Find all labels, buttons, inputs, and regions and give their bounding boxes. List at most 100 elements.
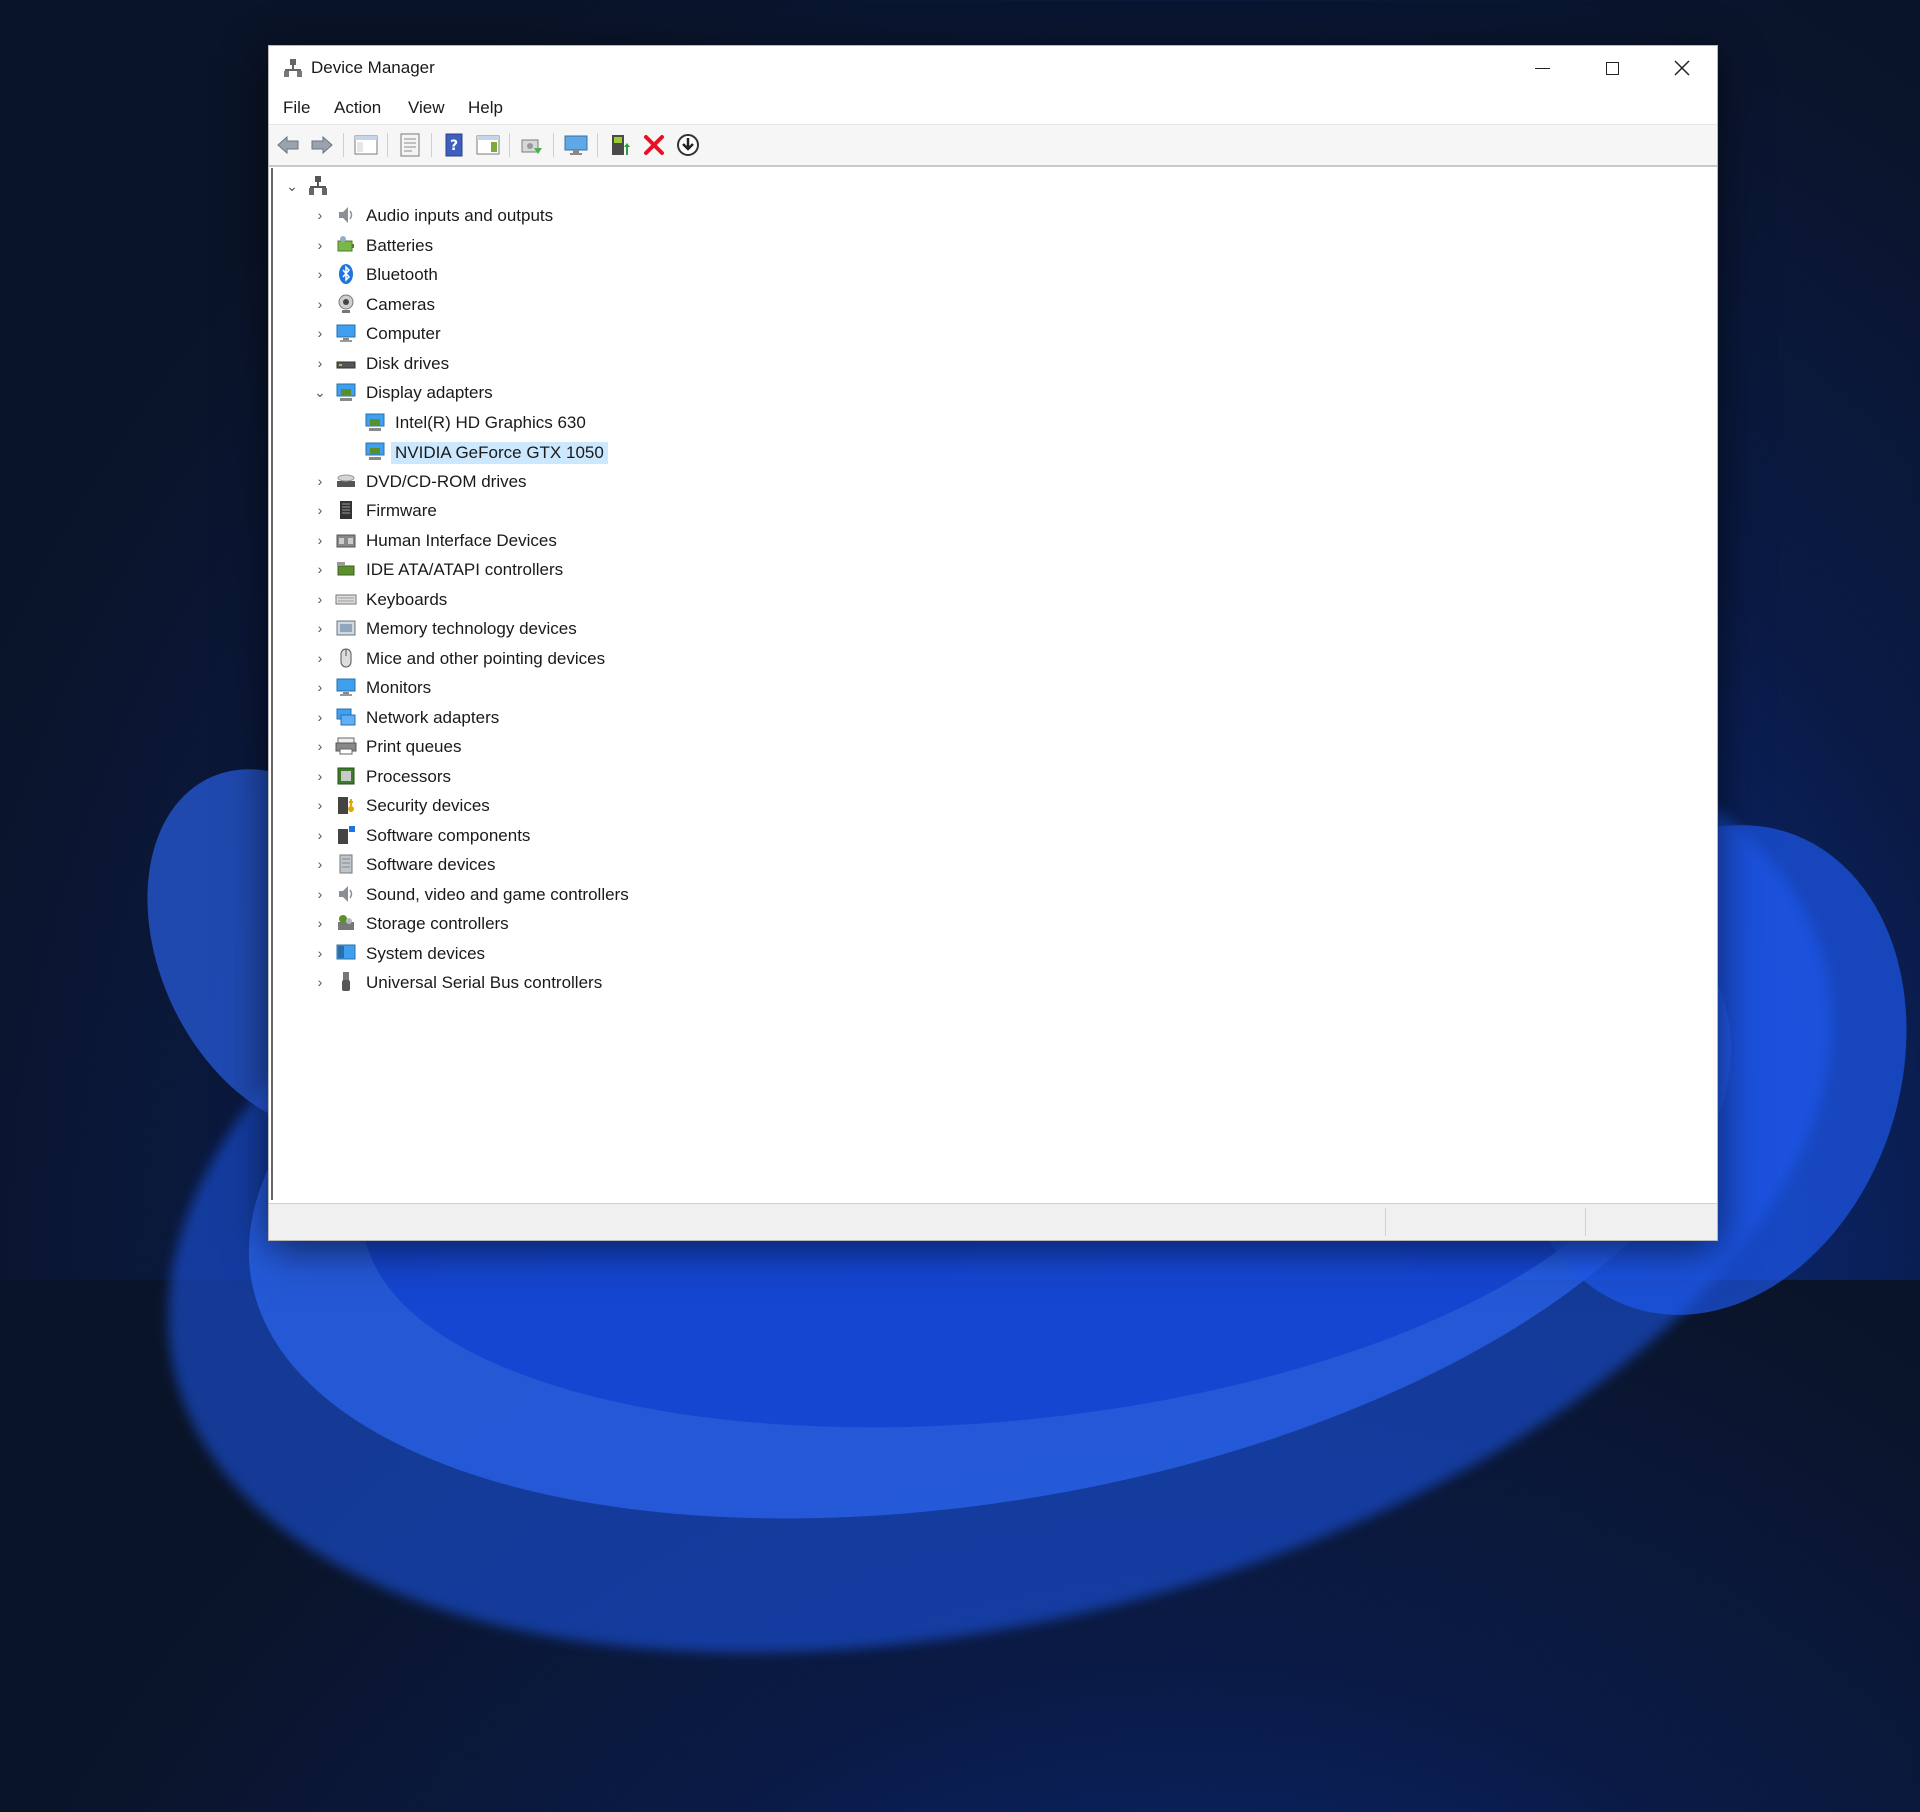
tree-item-ide-ata-atapi-controllers[interactable]: › IDE ATA/ATAPI controllers	[273, 556, 973, 582]
tree-item-bluetooth[interactable]: › Bluetooth	[273, 261, 973, 287]
disk-drive-icon	[336, 361, 356, 368]
keyboard-icon	[335, 594, 357, 604]
forward-button[interactable]	[309, 132, 335, 158]
tree-item-sound-video-and-game-controllers[interactable]: › Sound, video and game controllers	[273, 881, 973, 907]
tree-item-label: Firmware	[366, 501, 437, 520]
tree-item-label: Network adapters	[366, 707, 500, 727]
update-driver-button[interactable]	[607, 132, 633, 158]
tree-item-batteries[interactable]: › Batteries	[273, 232, 973, 258]
tree-item-universal-serial-bus-controllers[interactable]: › Universal Serial Bus controllers	[273, 969, 973, 995]
toolbar-separator	[387, 133, 388, 157]
chevron-right-icon[interactable]: ›	[313, 768, 327, 784]
tree-item-dvd-cd-rom-drives[interactable]: › DVD/CD-ROM drives	[273, 468, 973, 494]
chevron-right-icon[interactable]: ›	[313, 797, 327, 813]
tree-item-print-queues[interactable]: › Print queues	[273, 733, 973, 759]
tree-item-cameras[interactable]: › Cameras	[273, 291, 973, 317]
chevron-right-icon[interactable]: ›	[313, 827, 327, 843]
chevron-right-icon[interactable]: ›	[313, 856, 327, 872]
tree-item-label: Memory technology devices	[366, 619, 577, 638]
tree-item-label: Processors	[366, 766, 452, 786]
chevron-right-icon[interactable]: ›	[313, 355, 327, 371]
menu-action[interactable]: Action	[334, 98, 381, 118]
chevron-right-icon[interactable]: ›	[313, 620, 327, 636]
chevron-right-icon[interactable]: ›	[313, 915, 327, 931]
chevron-right-icon[interactable]: ›	[313, 561, 327, 577]
tree-item-software-components[interactable]: › Software components	[273, 822, 973, 848]
uninstall-device-button[interactable]	[641, 132, 667, 158]
chevron-right-icon[interactable]: ›	[313, 237, 327, 253]
chevron-right-icon[interactable]: ›	[313, 679, 327, 695]
tree-item-keyboards[interactable]: › Keyboards	[273, 586, 973, 612]
tree-item-label: Disk drives	[366, 353, 450, 373]
tree-item-system-devices[interactable]: › System devices	[273, 940, 973, 966]
back-arrow-icon	[277, 135, 299, 155]
chevron-right-icon[interactable]: ›	[313, 650, 327, 666]
properties-button[interactable]	[397, 132, 423, 158]
tree-item-storage-controllers[interactable]: › Storage controllers	[273, 910, 973, 936]
show-hide-console-tree-button[interactable]	[353, 132, 379, 158]
tree-item-monitors[interactable]: › Monitors	[273, 674, 973, 700]
chevron-down-icon[interactable]: ⌄	[313, 384, 327, 400]
tree-item-mice-and-other-pointing-devices[interactable]: › Mice and other pointing devices	[273, 645, 973, 671]
menu-help[interactable]: Help	[468, 98, 503, 118]
forward-arrow-icon	[311, 135, 333, 155]
tree-item-label: Print queues	[366, 737, 462, 756]
tree-item-label: Security devices	[366, 796, 490, 815]
security-device-icon	[338, 797, 354, 814]
minimize-button[interactable]	[1507, 46, 1577, 90]
display-monitor-button[interactable]	[563, 132, 589, 158]
back-button[interactable]	[275, 132, 301, 158]
tree-item-nvidia-geforce-gtx-1050[interactable]: NVIDIA GeForce GTX 1050	[273, 438, 973, 464]
chevron-right-icon[interactable]: ›	[313, 532, 327, 548]
monitor-icon	[564, 135, 588, 155]
chevron-right-icon[interactable]: ›	[313, 296, 327, 312]
console-tree-icon	[354, 135, 378, 155]
tree-item-display-adapters[interactable]: ⌄ Display adapters	[273, 379, 973, 405]
menu-file[interactable]: File	[283, 98, 310, 118]
chevron-right-icon[interactable]: ›	[313, 502, 327, 518]
close-button[interactable]	[1647, 46, 1717, 90]
processor-icon	[337, 767, 355, 784]
tree-item-label: Computer	[366, 324, 441, 343]
action-pane-icon	[476, 135, 500, 155]
computer-icon	[336, 324, 356, 342]
tree-item-human-interface-devices[interactable]: › Human Interface Devices	[273, 527, 973, 553]
chevron-right-icon[interactable]: ›	[313, 473, 327, 489]
chevron-down-icon[interactable]: ⌄	[285, 178, 299, 194]
chevron-right-icon[interactable]: ›	[313, 974, 327, 990]
chevron-right-icon[interactable]: ›	[313, 266, 327, 282]
action-pane-button[interactable]	[475, 132, 501, 158]
tree-item-label: Display adapters	[366, 383, 493, 402]
tree-item-disk-drives[interactable]: › Disk drives	[273, 350, 973, 376]
chevron-right-icon[interactable]: ›	[313, 207, 327, 223]
chevron-right-icon[interactable]: ›	[313, 945, 327, 961]
tree-item-network-adapters[interactable]: › Network adapters	[273, 704, 973, 730]
tree-item-label: Software devices	[366, 855, 496, 874]
tree-item-security-devices[interactable]: › Security devices	[273, 792, 973, 818]
chevron-right-icon[interactable]: ›	[313, 709, 327, 725]
tree-item-memory-technology-devices[interactable]: › Memory technology devices	[273, 615, 973, 641]
tree-item-audio-inputs-and-outputs[interactable]: › Audio inputs and outputs	[273, 202, 973, 228]
chevron-right-icon[interactable]: ›	[313, 325, 327, 341]
battery-icon	[337, 235, 354, 251]
maximize-button[interactable]	[1577, 46, 1647, 90]
help-button[interactable]: ?	[441, 132, 467, 158]
chevron-right-icon[interactable]: ›	[313, 886, 327, 902]
tree-item-processors[interactable]: › Processors	[273, 763, 973, 789]
menu-view[interactable]: View	[408, 98, 445, 118]
status-bar	[269, 1203, 1717, 1240]
svg-text:?: ?	[450, 138, 458, 154]
dvd-drive-icon	[337, 474, 355, 487]
chevron-right-icon[interactable]: ›	[313, 591, 327, 607]
tree-item-firmware[interactable]: › Firmware	[273, 497, 973, 523]
disable-device-button[interactable]	[675, 132, 701, 158]
tree-item-software-devices[interactable]: › Software devices	[273, 851, 973, 877]
tree-item-computer[interactable]: › Computer	[273, 320, 973, 346]
tree-item-intel-r-hd-graphics-630[interactable]: Intel(R) HD Graphics 630	[273, 409, 973, 435]
scan-hardware-changes-button[interactable]	[519, 132, 545, 158]
tree-item-label: Intel(R) HD Graphics 630	[395, 412, 586, 432]
chevron-right-icon[interactable]: ›	[313, 738, 327, 754]
ide-controller-icon	[337, 562, 355, 576]
title-bar[interactable]: Device Manager	[269, 46, 1717, 90]
computer-root-icon	[309, 176, 327, 195]
